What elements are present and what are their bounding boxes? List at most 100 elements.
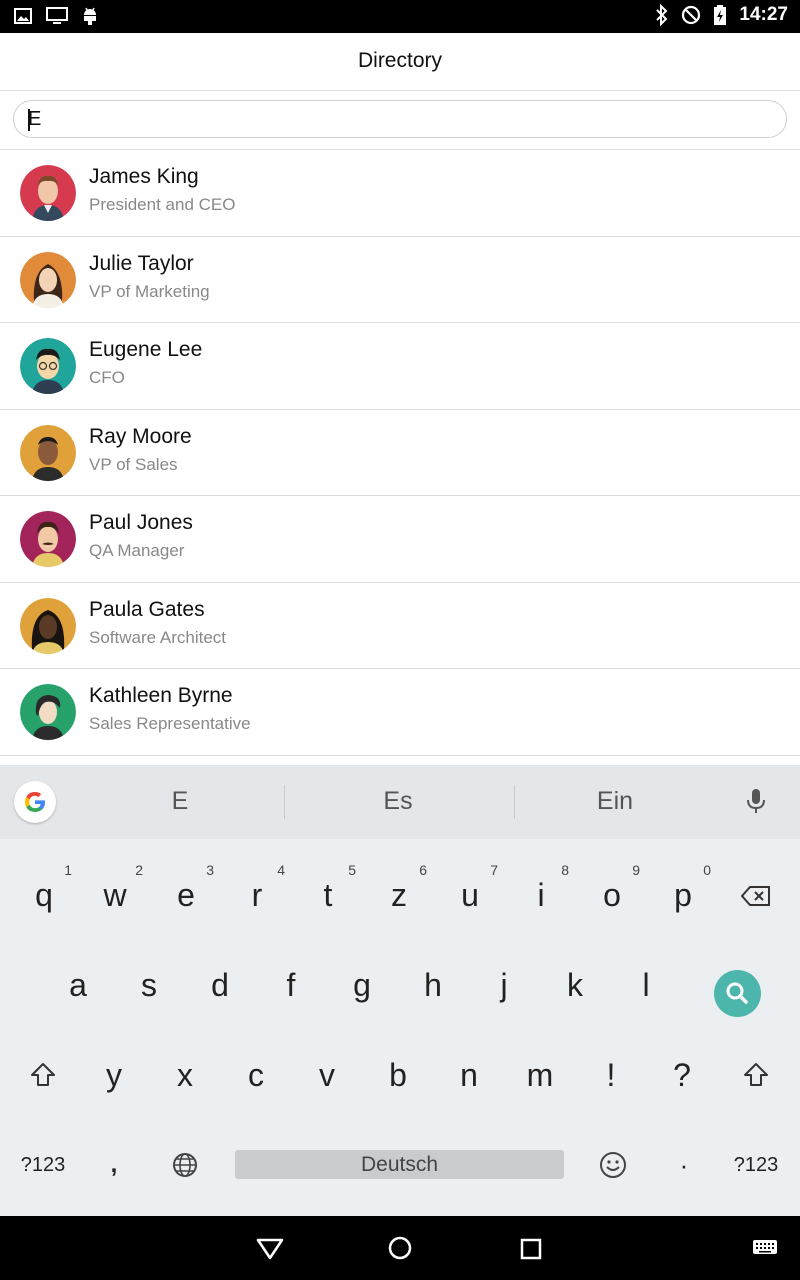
shift-key[interactable]	[13, 1045, 73, 1105]
list-item[interactable]: Ray Moore VP of Sales	[0, 409, 800, 496]
search-input[interactable]	[13, 100, 787, 138]
contact-title: VP of Sales	[89, 454, 178, 474]
key-m[interactable]: m	[510, 1045, 570, 1105]
list-item[interactable]: Paul Jones QA Manager	[0, 496, 800, 583]
key-q[interactable]: q1	[14, 862, 74, 925]
key-label: q	[35, 877, 53, 913]
key-h[interactable]: h	[403, 955, 463, 1015]
key-d[interactable]: d	[190, 955, 250, 1015]
key-s[interactable]: s	[119, 955, 179, 1015]
globe-icon	[173, 1153, 197, 1177]
language-key[interactable]	[155, 1135, 215, 1195]
key-p[interactable]: p0	[653, 862, 713, 925]
key-hint: 4	[277, 862, 285, 878]
key-o[interactable]: o9	[582, 863, 642, 925]
list-item[interactable]: James King President and CEO	[0, 150, 800, 237]
page-title: Directory	[357, 49, 442, 72]
backspace-key[interactable]	[726, 865, 786, 925]
shift-icon	[744, 1063, 768, 1086]
contact-title: CFO	[89, 368, 125, 387]
contact-name: Paula Gates	[89, 597, 205, 621]
text-cursor	[28, 109, 30, 131]
key-w[interactable]: w2	[85, 863, 145, 925]
key-j[interactable]: j	[474, 955, 534, 1015]
list-item[interactable]: Kathleen Byrne Sales Representative	[0, 669, 800, 756]
key-k[interactable]: k	[545, 955, 605, 1015]
key-t[interactable]: t5	[298, 862, 358, 925]
key-b[interactable]: b	[368, 1045, 428, 1105]
key-r[interactable]: r4	[227, 862, 287, 925]
contact-list[interactable]: James King President and CEO Julie Taylo…	[0, 150, 800, 756]
shift-key-right[interactable]	[726, 1045, 786, 1105]
key-g[interactable]: g	[332, 955, 392, 1015]
contact-name: Kathleen Byrne	[89, 684, 233, 707]
search-icon	[726, 982, 748, 1004]
shift-icon	[31, 1063, 55, 1086]
key-hint: 3	[206, 862, 214, 878]
keyboard-switch-icon[interactable]	[752, 1238, 778, 1258]
period-key[interactable]: ·	[654, 1135, 714, 1195]
symbols-key-right[interactable]: ?123	[726, 1135, 786, 1195]
key-label: i	[537, 877, 545, 913]
contact-name: Paul Jones	[89, 511, 193, 534]
key-y[interactable]: y	[84, 1045, 144, 1105]
key-question[interactable]: ?	[652, 1045, 712, 1105]
key-label: r	[251, 877, 263, 913]
avatar	[20, 597, 76, 654]
comma-key[interactable]: ,	[84, 1135, 144, 1195]
avatar	[20, 251, 76, 308]
search-bar	[0, 91, 800, 150]
contact-title: President and CEO	[89, 195, 236, 214]
key-label: o	[603, 877, 621, 913]
home-icon[interactable]	[387, 1235, 413, 1261]
monitor-icon	[46, 7, 68, 24]
key-hint: 5	[348, 862, 356, 878]
google-icon[interactable]	[14, 781, 56, 823]
battery-charging-icon	[714, 5, 727, 25]
do-not-disturb-icon	[682, 5, 701, 25]
contact-title: QA Manager	[89, 541, 185, 560]
key-l[interactable]: l	[616, 955, 676, 1015]
microphone-icon[interactable]	[745, 787, 767, 820]
suggestion-divider	[284, 785, 285, 819]
key-hint: 8	[561, 862, 569, 878]
key-n[interactable]: n	[439, 1045, 499, 1105]
suggestion-3[interactable]: Ein	[515, 787, 715, 816]
key-label: z	[391, 877, 407, 913]
emoji-icon	[600, 1152, 626, 1178]
navigation-bar	[0, 1216, 800, 1280]
key-c[interactable]: c	[226, 1045, 286, 1105]
list-item[interactable]: Eugene Lee CFO	[0, 323, 800, 410]
avatar	[20, 424, 76, 481]
emoji-key[interactable]	[583, 1135, 643, 1195]
key-label: u	[461, 877, 479, 913]
key-hint: 0	[703, 862, 711, 878]
key-label: t	[323, 877, 333, 913]
suggestion-1[interactable]: E	[80, 787, 280, 816]
key-u[interactable]: u7	[440, 863, 500, 925]
key-z[interactable]: z6	[369, 863, 429, 925]
app-header: Directory	[0, 33, 800, 91]
search-action-key[interactable]	[714, 970, 761, 1017]
key-a[interactable]: a	[48, 955, 108, 1015]
key-exclamation[interactable]: !	[581, 1045, 641, 1105]
avatar	[20, 684, 76, 740]
key-i[interactable]: i8	[511, 862, 571, 925]
key-e[interactable]: e3	[156, 862, 216, 925]
backspace-icon	[740, 886, 770, 906]
clock: 14:27	[739, 4, 788, 25]
symbols-key[interactable]: ?123	[13, 1135, 73, 1195]
suggestion-2[interactable]: Es	[298, 787, 498, 816]
key-x[interactable]: x	[155, 1045, 215, 1105]
back-icon[interactable]	[255, 1236, 285, 1260]
key-label: p	[674, 877, 692, 913]
key-f[interactable]: f	[261, 955, 321, 1015]
recents-icon[interactable]	[519, 1237, 543, 1261]
space-bar[interactable]: Deutsch	[235, 1150, 564, 1179]
key-hint: 1	[64, 862, 72, 878]
contact-name: Ray Moore	[89, 424, 192, 448]
list-item[interactable]: Paula Gates Software Architect	[0, 582, 800, 669]
contact-name: James King	[89, 165, 199, 188]
list-item[interactable]: Julie Taylor VP of Marketing	[0, 236, 800, 323]
key-v[interactable]: v	[297, 1045, 357, 1105]
